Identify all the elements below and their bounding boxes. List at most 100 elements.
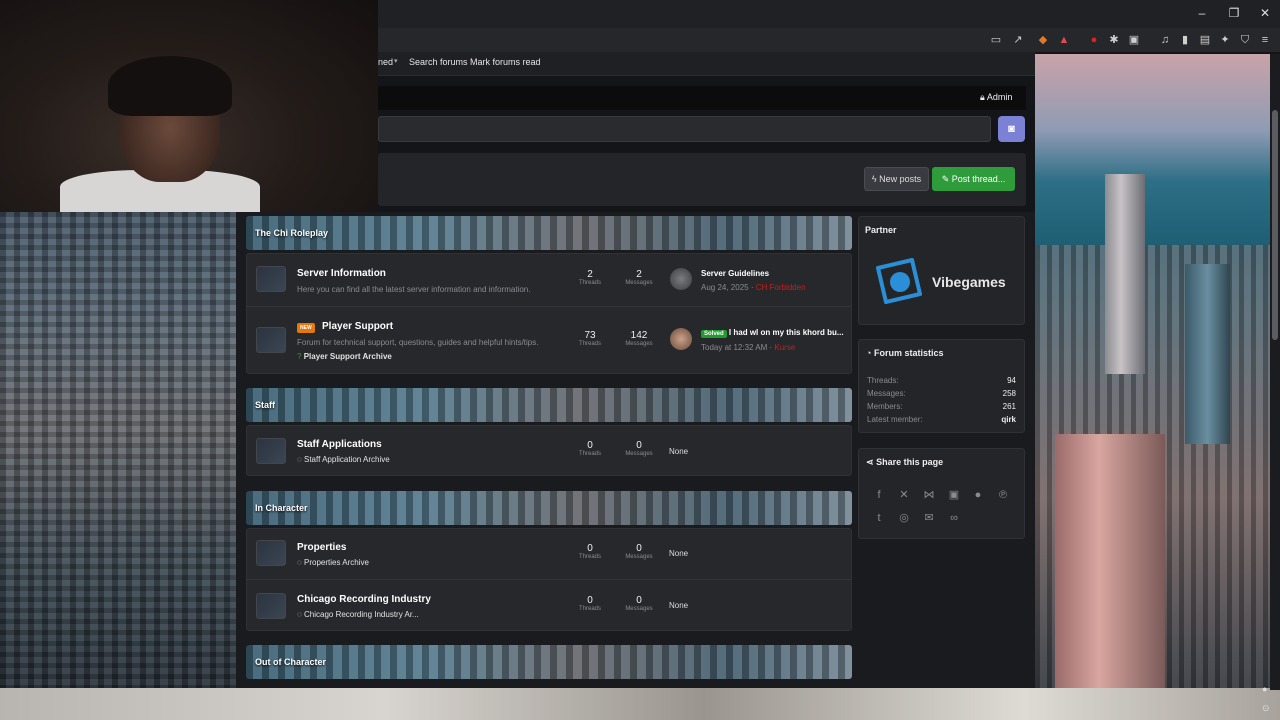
- threads-count: 2 Threads: [578, 269, 601, 286]
- stat-label: Messages:: [867, 389, 906, 398]
- mic-icon[interactable]: ●: [1262, 684, 1274, 696]
- post-thread-button[interactable]: ✎ Post thread...: [932, 167, 1015, 191]
- latest-post-none: None: [669, 601, 689, 610]
- threads-count: 0 Threads: [578, 595, 601, 612]
- stat-value: 258: [1002, 389, 1016, 398]
- linkedin-icon[interactable]: ▣: [947, 488, 961, 502]
- discord-button[interactable]: ◙: [998, 116, 1025, 142]
- chat-icon: ◌: [297, 558, 302, 567]
- restore-icon[interactable]: ❐: [1224, 6, 1244, 20]
- category-title: The Chi Roleplay: [255, 228, 329, 238]
- sidebar-icon[interactable]: ▮: [1178, 33, 1192, 47]
- nav-link-partial[interactable]: ned: [378, 57, 393, 67]
- media-icon[interactable]: ♫: [1158, 33, 1172, 47]
- scrollbar-thumb[interactable]: [1272, 110, 1278, 340]
- leo-icon[interactable]: ✦: [1218, 33, 1232, 47]
- menu-icon[interactable]: ≡: [1258, 33, 1272, 47]
- forum-icon: [256, 540, 286, 566]
- stat-value: 94: [1007, 376, 1016, 385]
- divider: [247, 579, 851, 580]
- threads-count: 73 Threads: [578, 330, 601, 347]
- tumblr-icon[interactable]: t: [872, 511, 886, 525]
- extensions-icon[interactable]: ✱: [1107, 33, 1121, 47]
- subforum-link[interactable]: ◌ Properties Archive: [297, 558, 369, 567]
- messages-count: 0 Messages: [625, 440, 653, 457]
- browser-toolbar: [378, 28, 1280, 52]
- category-header[interactable]: The Chi Roleplay: [246, 216, 852, 250]
- forum-title[interactable]: Chicago Recording Industry: [297, 594, 431, 605]
- category-title: Staff: [255, 400, 275, 410]
- category-block: [246, 425, 852, 476]
- stat-value: 261: [1002, 402, 1016, 411]
- latest-post-meta: Today at 12:32 AM · Kurse: [701, 343, 796, 352]
- partner-name: Vibegames: [932, 274, 1006, 290]
- screenshot-icon[interactable]: ▣: [1127, 33, 1141, 47]
- rewards-icon[interactable]: ▲: [1057, 33, 1071, 47]
- subforum-link[interactable]: ◌ Chicago Recording Industry Ar...: [297, 610, 419, 619]
- pinterest-icon[interactable]: ℗: [996, 488, 1010, 502]
- share-icon[interactable]: ↗: [1011, 33, 1025, 47]
- vibegames-logo[interactable]: Vibegames: [872, 254, 1012, 310]
- browser-titlebar: [378, 0, 1280, 28]
- forum-stats-title: ◔ Forum statistics: [866, 348, 944, 358]
- category-header[interactable]: Out of Character: [246, 645, 852, 679]
- subforum-link[interactable]: ◌ Staff Application Archive: [297, 455, 390, 464]
- threads-count: 0 Threads: [578, 543, 601, 560]
- messages-count: 142 Messages: [625, 330, 653, 347]
- forum-title[interactable]: Staff Applications: [297, 439, 382, 450]
- email-icon[interactable]: ✉: [922, 511, 936, 525]
- whatsapp-icon[interactable]: ◎: [897, 511, 911, 525]
- latest-member-link[interactable]: qirk: [956, 415, 1016, 424]
- subforum-link[interactable]: ? Player Support Archive: [297, 352, 392, 361]
- search-input[interactable]: [378, 116, 991, 142]
- vpn-icon[interactable]: ⛉: [1238, 33, 1252, 47]
- webcam-bottom-strip: [0, 688, 1280, 720]
- minimize-icon[interactable]: –: [1192, 6, 1212, 20]
- gamepad-icon: [876, 258, 922, 304]
- messages-count: 0 Messages: [625, 595, 653, 612]
- category-title: Out of Character: [255, 657, 327, 667]
- lock-icon: 🔒︎: [980, 92, 985, 102]
- forum-title[interactable]: Server Information: [297, 268, 386, 279]
- settings-icon[interactable]: ⊙: [1262, 703, 1274, 715]
- avatar[interactable]: [670, 268, 692, 290]
- admin-bar: [378, 86, 1026, 110]
- forum-title[interactable]: Properties: [297, 542, 346, 553]
- wallet-icon[interactable]: ▤: [1198, 33, 1212, 47]
- category-header[interactable]: Staff: [246, 388, 852, 422]
- chevron-down-icon[interactable]: ▾: [394, 57, 398, 65]
- chat-icon: ◌: [297, 610, 302, 619]
- share-icon: ⋖: [866, 457, 874, 467]
- question-icon: ?: [297, 352, 302, 361]
- forum-title[interactable]: Player Support: [322, 321, 393, 332]
- share-title: ⋖ Share this page: [866, 457, 944, 467]
- divider: [247, 306, 851, 307]
- bluesky-icon[interactable]: ⋈: [922, 488, 936, 502]
- new-posts-button[interactable]: ϟ New posts: [864, 167, 929, 191]
- nav-mark-forums-read[interactable]: Mark forums read: [470, 57, 541, 67]
- forum-description: Forum for technical support, questions, …: [297, 338, 539, 347]
- post-thread-label: Post thread...: [951, 174, 1006, 184]
- x-icon[interactable]: ✕: [897, 488, 911, 502]
- facebook-icon[interactable]: f: [872, 488, 886, 502]
- admin-link[interactable]: 🔒︎ Admin: [980, 92, 1012, 103]
- webcam-overlay: [0, 0, 378, 212]
- category-header[interactable]: In Character: [246, 491, 852, 525]
- latest-post-title[interactable]: Solved I had wl on my this khord bu...: [701, 328, 844, 338]
- stat-label: Threads:: [867, 376, 899, 385]
- nav-search-forums[interactable]: Search forums: [409, 57, 468, 67]
- partner-title: Partner: [865, 225, 897, 235]
- latest-post-title[interactable]: Server Guidelines: [701, 269, 769, 278]
- ublock-icon[interactable]: ●: [1087, 33, 1101, 47]
- stats-icon: ◔: [866, 348, 872, 358]
- avatar[interactable]: [670, 328, 692, 350]
- brave-shield-icon[interactable]: ◆: [1036, 33, 1050, 47]
- discord-icon: ◙: [1008, 123, 1015, 135]
- reddit-icon[interactable]: ●: [971, 488, 985, 502]
- messages-count: 2 Messages: [625, 269, 653, 286]
- forum-description: Here you can find all the latest server …: [297, 285, 531, 294]
- close-icon[interactable]: ✕: [1255, 6, 1275, 20]
- link-icon[interactable]: ∞: [947, 511, 961, 525]
- edit-icon: ✎: [941, 174, 950, 184]
- cast-icon[interactable]: ▭: [989, 33, 1003, 47]
